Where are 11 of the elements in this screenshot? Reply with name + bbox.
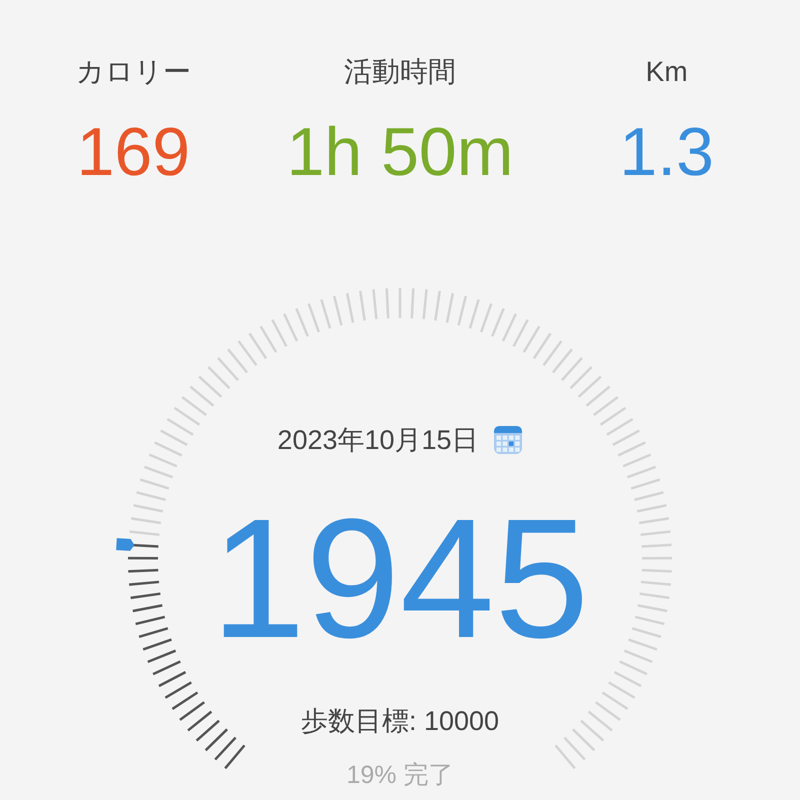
stat-value: 1h 50m bbox=[286, 113, 514, 192]
stat-label: Km bbox=[646, 55, 688, 89]
step-count: 1945 bbox=[210, 494, 590, 664]
stat-label: カロリー bbox=[76, 55, 191, 89]
stat-label: 活動時間 bbox=[344, 55, 456, 89]
step-goal: 歩数目標: 10000 bbox=[300, 705, 500, 738]
stat-value: 1.3 bbox=[619, 113, 714, 192]
date-label: 2023年10月15日 bbox=[277, 424, 479, 457]
calendar-icon[interactable] bbox=[492, 425, 523, 455]
completion-percent: 19% 完了 bbox=[346, 760, 454, 790]
stat-value: 169 bbox=[76, 113, 190, 192]
